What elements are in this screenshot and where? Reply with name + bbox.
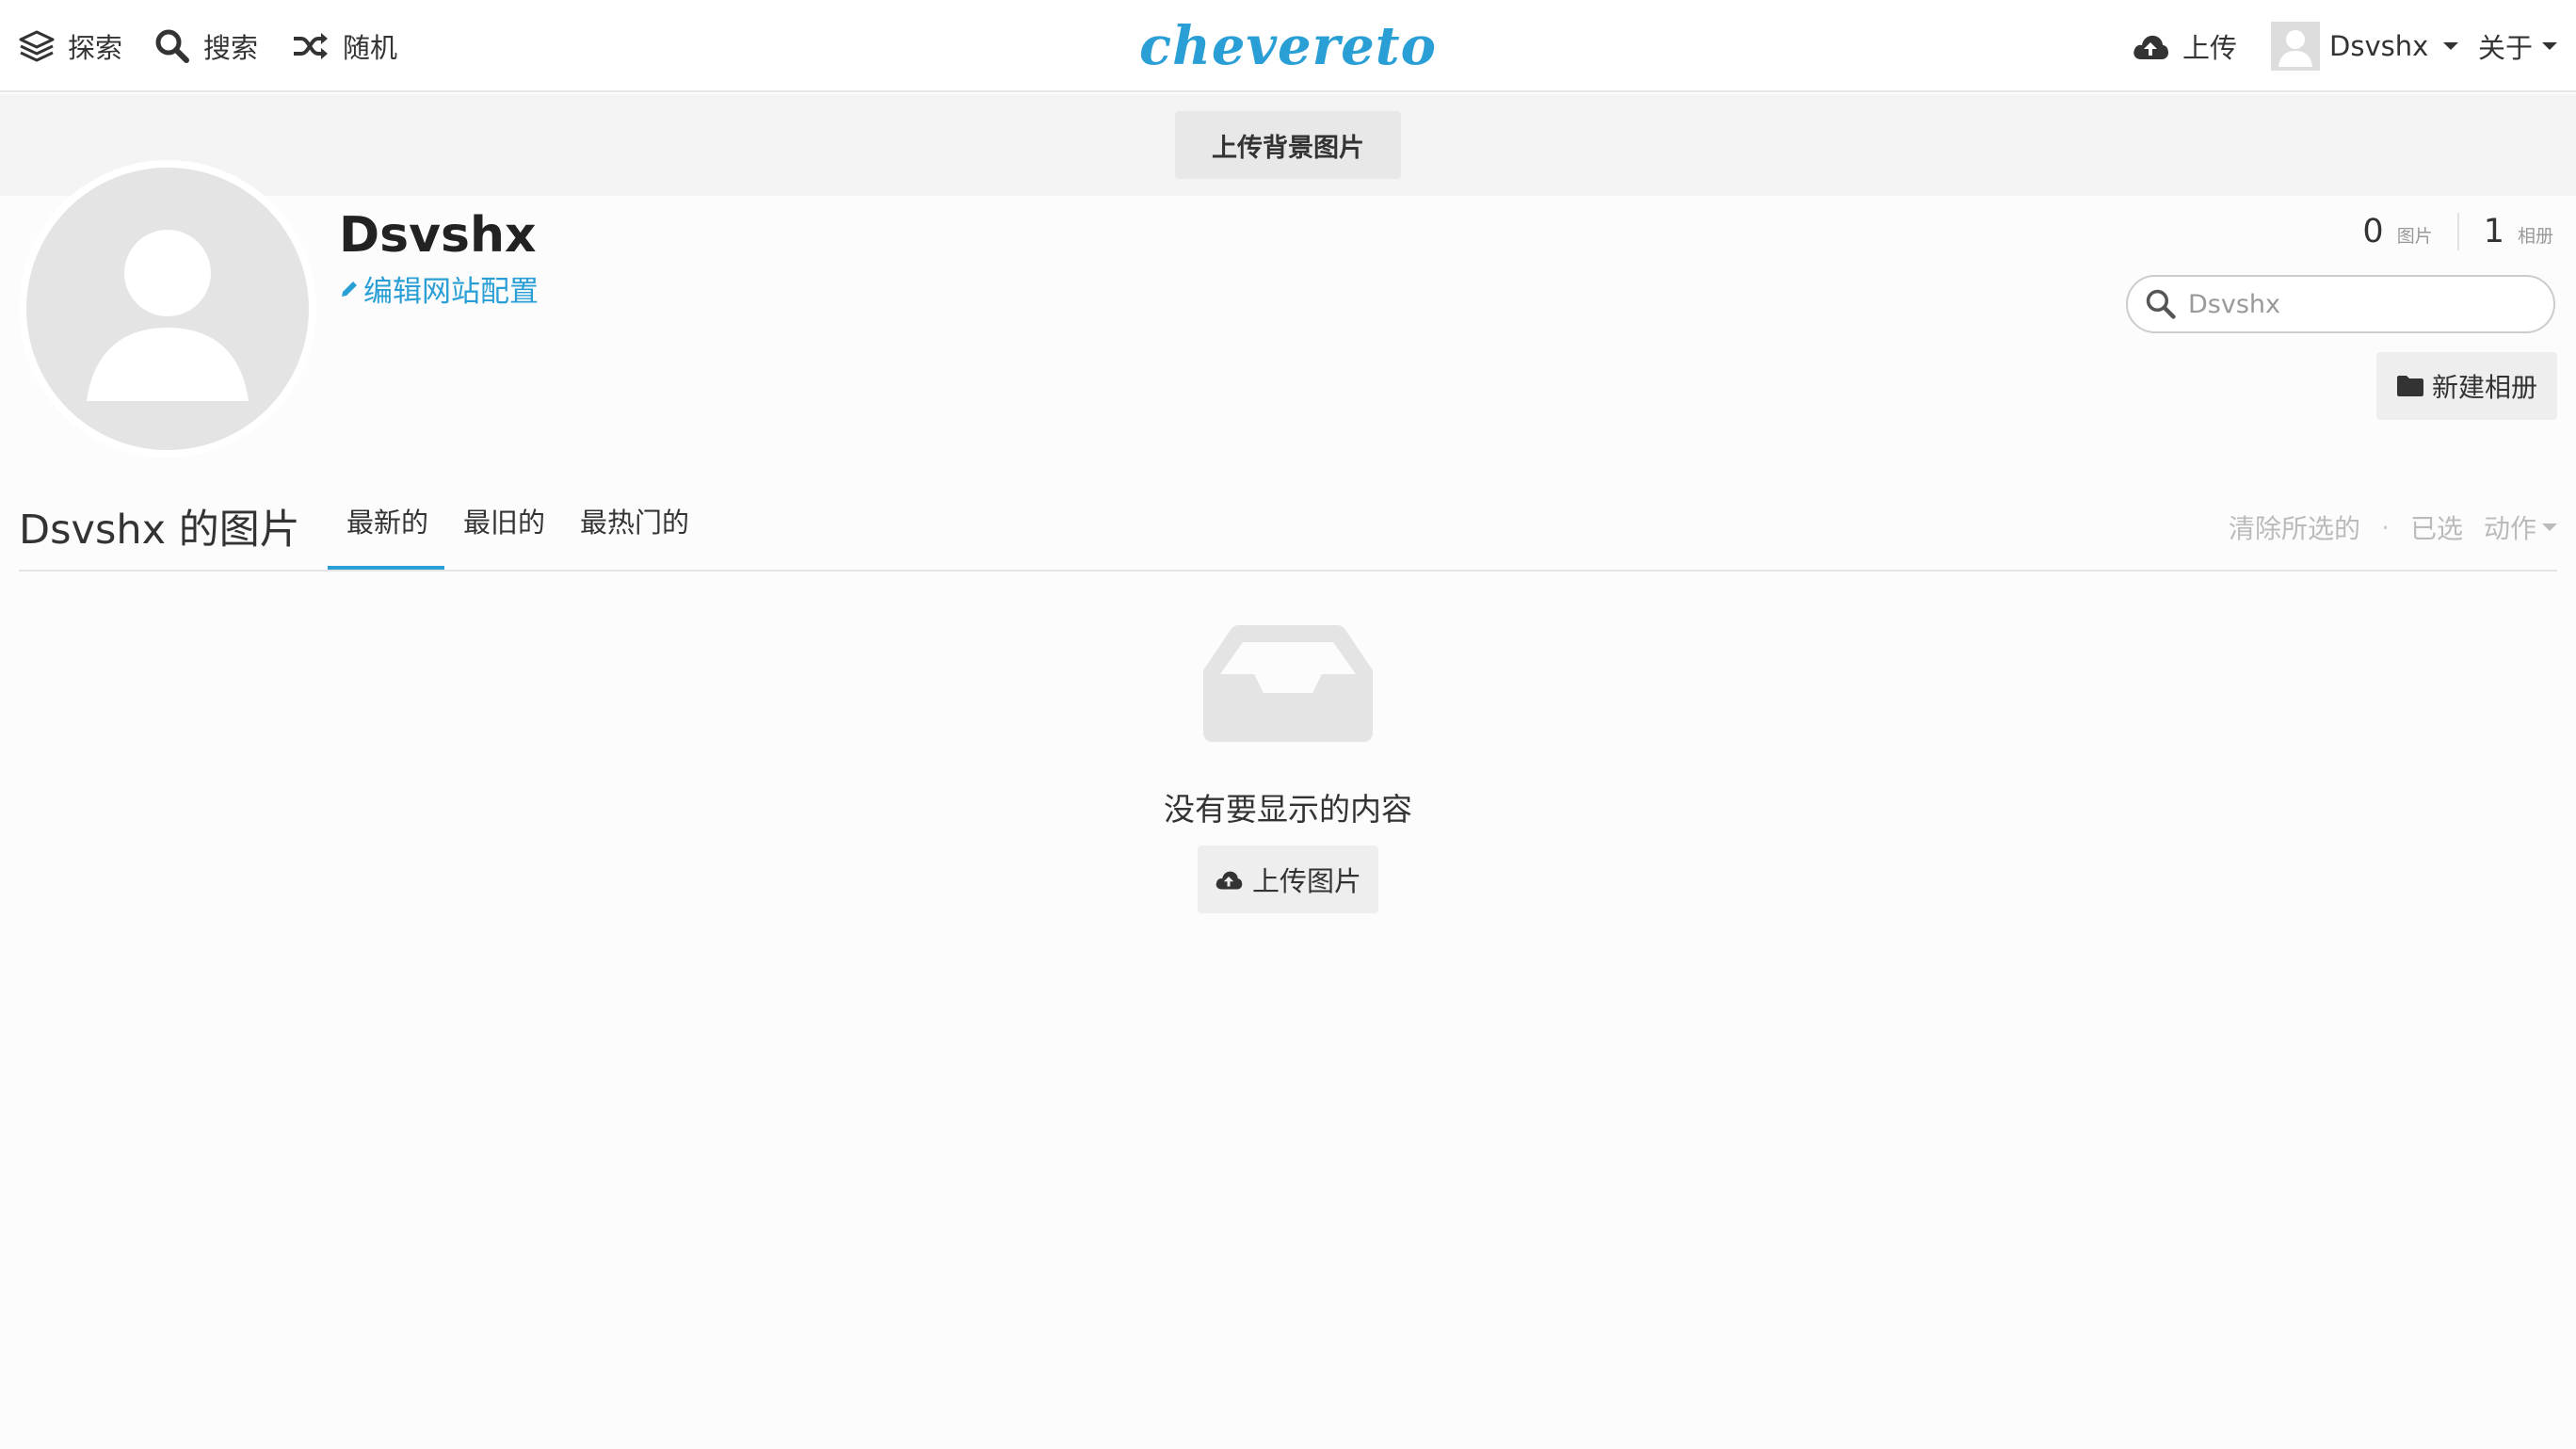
- nav-search-label: 搜索: [203, 32, 259, 64]
- upload-background-button[interactable]: 上传背景图片: [1175, 111, 1401, 179]
- tab-newest[interactable]: 最新的: [346, 501, 428, 540]
- empty-message: 没有要显示的内容: [1164, 791, 1412, 828]
- about-menu[interactable]: 关于: [2478, 0, 2558, 92]
- inbox-icon: [1203, 625, 1373, 742]
- upload-images-label: 上传图片: [1251, 865, 1361, 897]
- images-stat[interactable]: 0 图片: [2338, 213, 2432, 250]
- new-album-label: 新建相册: [2431, 372, 2537, 403]
- search-icon: [155, 29, 189, 63]
- albums-label: 相册: [2517, 226, 2553, 247]
- chevereto-logo[interactable]: chevereto: [1139, 15, 1436, 77]
- folder-icon: [2396, 376, 2423, 396]
- layers-icon: [19, 30, 55, 62]
- albums-stat[interactable]: 1 相册: [2459, 213, 2553, 250]
- actions-separator: ·: [2381, 511, 2390, 543]
- selected-label: 已选: [2409, 513, 2463, 544]
- profile-search-input[interactable]: [2188, 289, 2527, 319]
- user-icon: [87, 230, 249, 401]
- cover-banner: 上传背景图片: [0, 94, 2576, 196]
- images-label: 图片: [2396, 226, 2433, 247]
- action-dropdown[interactable]: 动作: [2484, 508, 2557, 546]
- edit-settings-label: 编辑网站配置: [363, 275, 539, 309]
- shuffle-icon: [294, 33, 328, 59]
- new-album-button[interactable]: 新建相册: [2376, 352, 2557, 420]
- nav-random-label: 随机: [343, 32, 398, 64]
- listing-title: Dsvshx 的图片: [19, 507, 300, 554]
- cloud-upload-icon: [1216, 871, 1243, 890]
- albums-count: 1: [2483, 213, 2504, 250]
- user-name-label: Dsvshx: [2329, 30, 2429, 62]
- profile-avatar: [19, 160, 316, 458]
- upload-images-button[interactable]: 上传图片: [1198, 845, 1378, 913]
- pencil-icon: [342, 281, 357, 297]
- upload-nav-button[interactable]: 上传: [2132, 0, 2237, 92]
- profile-search: [2126, 275, 2555, 333]
- nav-explore[interactable]: 探索: [19, 0, 122, 92]
- top-bar: 探索 搜索 随机 chevereto 上传 Dsvshx 关于: [0, 0, 2576, 92]
- chevron-down-icon: [2443, 42, 2459, 50]
- user-icon: [2278, 30, 2312, 67]
- clear-selection-link[interactable]: 清除所选的: [2229, 508, 2360, 546]
- about-label: 关于: [2478, 32, 2534, 64]
- nav-search[interactable]: 搜索: [154, 0, 258, 92]
- profile-page: 探索 搜索 随机 chevereto 上传 Dsvshx 关于 上传背景图片 D…: [0, 0, 2576, 1449]
- search-icon: [2146, 289, 2176, 319]
- user-menu[interactable]: Dsvshx: [2271, 0, 2459, 92]
- user-avatar: [2271, 22, 2320, 71]
- chevron-down-icon: [2542, 42, 2558, 50]
- action-label: 动作: [2483, 513, 2536, 544]
- nav-explore-label: 探索: [68, 32, 123, 64]
- edit-settings-link[interactable]: 编辑网站配置: [339, 267, 539, 310]
- profile-name: Dsvshx: [339, 207, 537, 264]
- tab-oldest[interactable]: 最旧的: [463, 501, 545, 540]
- chevron-down-icon: [2542, 523, 2557, 531]
- cloud-upload-icon: [2133, 35, 2168, 59]
- images-count: 0: [2362, 213, 2384, 250]
- tab-popular[interactable]: 最热门的: [580, 501, 689, 540]
- upload-nav-label: 上传: [2182, 32, 2238, 64]
- selection-actions: 清除所选的 · 已选 动作: [2229, 508, 2557, 546]
- nav-random[interactable]: 随机: [292, 0, 397, 92]
- tabs-divider: [19, 570, 2557, 572]
- active-tab-indicator: [328, 566, 444, 570]
- profile-stats: 0 图片 1 相册: [2338, 213, 2553, 250]
